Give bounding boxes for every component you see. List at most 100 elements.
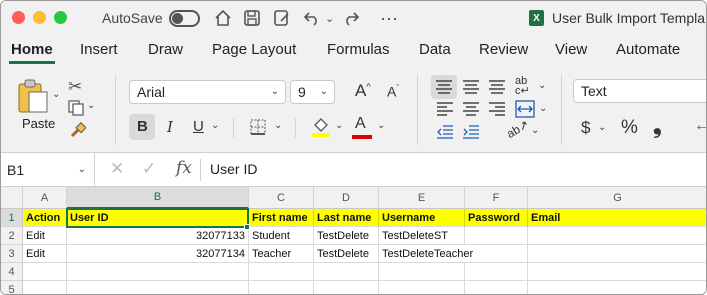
column-header[interactable]: B <box>67 187 249 209</box>
table-cell[interactable]: Edit <box>23 227 67 245</box>
tab-data[interactable]: Data <box>419 41 451 58</box>
autosave-toggle[interactable] <box>169 10 200 27</box>
column-header[interactable]: G <box>528 187 706 209</box>
empty-cell[interactable] <box>67 281 249 294</box>
row-header[interactable]: 2 <box>1 227 23 245</box>
table-cell[interactable]: 32077133 <box>67 227 249 245</box>
align-middle-icon[interactable] <box>463 80 479 99</box>
format-painter-icon[interactable] <box>70 122 87 143</box>
fill-color-dropdown-chevron-icon[interactable]: ⌄ <box>335 120 343 131</box>
borders-dropdown-chevron-icon[interactable]: ⌄ <box>274 120 282 131</box>
table-cell[interactable] <box>465 227 528 245</box>
minimize-window-button[interactable] <box>33 11 46 24</box>
align-top-button[interactable] <box>431 75 457 99</box>
align-right-icon[interactable] <box>489 102 505 121</box>
decrease-decimal-icon[interactable]: ← <box>694 117 706 135</box>
column-header[interactable]: D <box>314 187 379 209</box>
increase-indent-icon[interactable] <box>463 125 479 144</box>
fill-color-icon[interactable] <box>311 115 331 144</box>
copy-dropdown-chevron-icon[interactable]: ⌄ <box>87 100 95 111</box>
column-header[interactable]: F <box>465 187 528 209</box>
font-color-dropdown-chevron-icon[interactable]: ⌄ <box>377 120 385 131</box>
empty-cell[interactable] <box>67 263 249 281</box>
align-bottom-icon[interactable] <box>489 80 505 99</box>
close-window-button[interactable] <box>12 11 25 24</box>
bold-button[interactable]: B <box>129 114 155 140</box>
table-cell[interactable]: TestDeleteST <box>379 227 465 245</box>
header-cell-action[interactable]: Action <box>23 209 67 227</box>
table-cell[interactable]: 32077134 <box>67 245 249 263</box>
empty-cell[interactable] <box>379 281 465 294</box>
header-cell-username[interactable]: Username <box>379 209 465 227</box>
tab-draw[interactable]: Draw <box>148 41 183 58</box>
empty-cell[interactable] <box>249 263 314 281</box>
table-cell[interactable]: TestDeleteTeacher <box>379 245 473 263</box>
undo-dropdown-chevron-icon[interactable]: ⌄ <box>325 1 334 35</box>
enter-check-icon[interactable]: ✓ <box>142 159 156 179</box>
undo-icon[interactable] <box>303 1 321 35</box>
name-box[interactable]: B1 ⌄ <box>1 153 95 186</box>
zoom-window-button[interactable] <box>54 11 67 24</box>
cut-icon[interactable]: ✂ <box>68 77 82 97</box>
paste-dropdown-chevron-icon[interactable]: ⌄ <box>52 89 60 100</box>
row-header[interactable]: 4 <box>1 263 23 281</box>
orientation-dropdown-chevron-icon[interactable]: ⌄ <box>531 125 539 136</box>
copy-icon[interactable] <box>68 100 84 121</box>
table-cell[interactable]: TestDelete <box>314 227 379 245</box>
borders-icon[interactable] <box>250 119 266 140</box>
font-color-button[interactable]: A <box>351 114 373 140</box>
header-cell-email[interactable]: Email <box>528 209 706 227</box>
table-cell[interactable]: Teacher <box>249 245 314 263</box>
table-cell[interactable]: Edit <box>23 245 67 263</box>
empty-cell[interactable] <box>314 281 379 294</box>
wrap-text-dropdown-chevron-icon[interactable]: ⌄ <box>538 80 546 91</box>
shrink-font-button[interactable]: Aˇ <box>387 83 399 100</box>
table-cell[interactable]: TestDelete <box>314 245 379 263</box>
empty-cell[interactable] <box>249 281 314 294</box>
table-cell[interactable] <box>465 245 528 263</box>
select-all-corner[interactable] <box>1 187 23 209</box>
comma-style-button[interactable]: ❟ <box>653 113 662 139</box>
row-header[interactable]: 1 <box>1 209 23 227</box>
decrease-indent-icon[interactable] <box>437 125 453 144</box>
table-cell[interactable] <box>528 245 706 263</box>
percent-button[interactable]: % <box>621 117 638 139</box>
tab-review[interactable]: Review <box>479 41 528 58</box>
formula-input[interactable]: User ID <box>210 161 257 177</box>
underline-dropdown-chevron-icon[interactable]: ⌄ <box>211 120 219 131</box>
tab-view[interactable]: View <box>555 41 587 58</box>
table-cell[interactable]: Student <box>249 227 314 245</box>
tab-formulas[interactable]: Formulas <box>327 41 390 58</box>
row-header[interactable]: 5 <box>1 281 23 294</box>
header-cell-last-name[interactable]: Last name <box>314 209 379 227</box>
tab-home[interactable]: Home <box>11 41 53 58</box>
empty-cell[interactable] <box>23 263 67 281</box>
more-options-icon[interactable]: ··· <box>380 1 398 35</box>
empty-cell[interactable] <box>23 281 67 294</box>
align-left-icon[interactable] <box>437 102 453 121</box>
column-header[interactable]: A <box>23 187 67 209</box>
number-format-dropdown[interactable]: Text <box>573 79 706 103</box>
empty-cell[interactable] <box>465 263 528 281</box>
currency-dropdown-chevron-icon[interactable]: ⌄ <box>598 122 606 133</box>
tab-automate[interactable]: Automate <box>616 41 680 58</box>
grow-font-button[interactable]: A^ <box>355 81 371 101</box>
header-cell-password[interactable]: Password <box>465 209 528 227</box>
wrap-text-icon[interactable]: ab c↵ <box>515 76 530 97</box>
tab-insert[interactable]: Insert <box>80 41 118 58</box>
empty-cell[interactable] <box>528 281 706 294</box>
font-name-dropdown[interactable]: Arial ⌄ <box>129 80 286 104</box>
currency-button[interactable]: $ <box>581 118 590 138</box>
align-center-icon[interactable] <box>463 102 479 121</box>
underline-button[interactable]: U <box>193 118 204 135</box>
redo-icon[interactable] <box>342 1 360 35</box>
column-header[interactable]: C <box>249 187 314 209</box>
edit-icon[interactable] <box>273 1 291 35</box>
tab-page-layout[interactable]: Page Layout <box>212 41 296 58</box>
italic-button[interactable]: I <box>167 118 173 136</box>
column-header[interactable]: E <box>379 187 465 209</box>
row-header[interactable]: 3 <box>1 245 23 263</box>
merge-dropdown-chevron-icon[interactable]: ⌄ <box>539 103 547 114</box>
table-cell[interactable] <box>528 227 706 245</box>
save-icon[interactable] <box>243 1 261 35</box>
